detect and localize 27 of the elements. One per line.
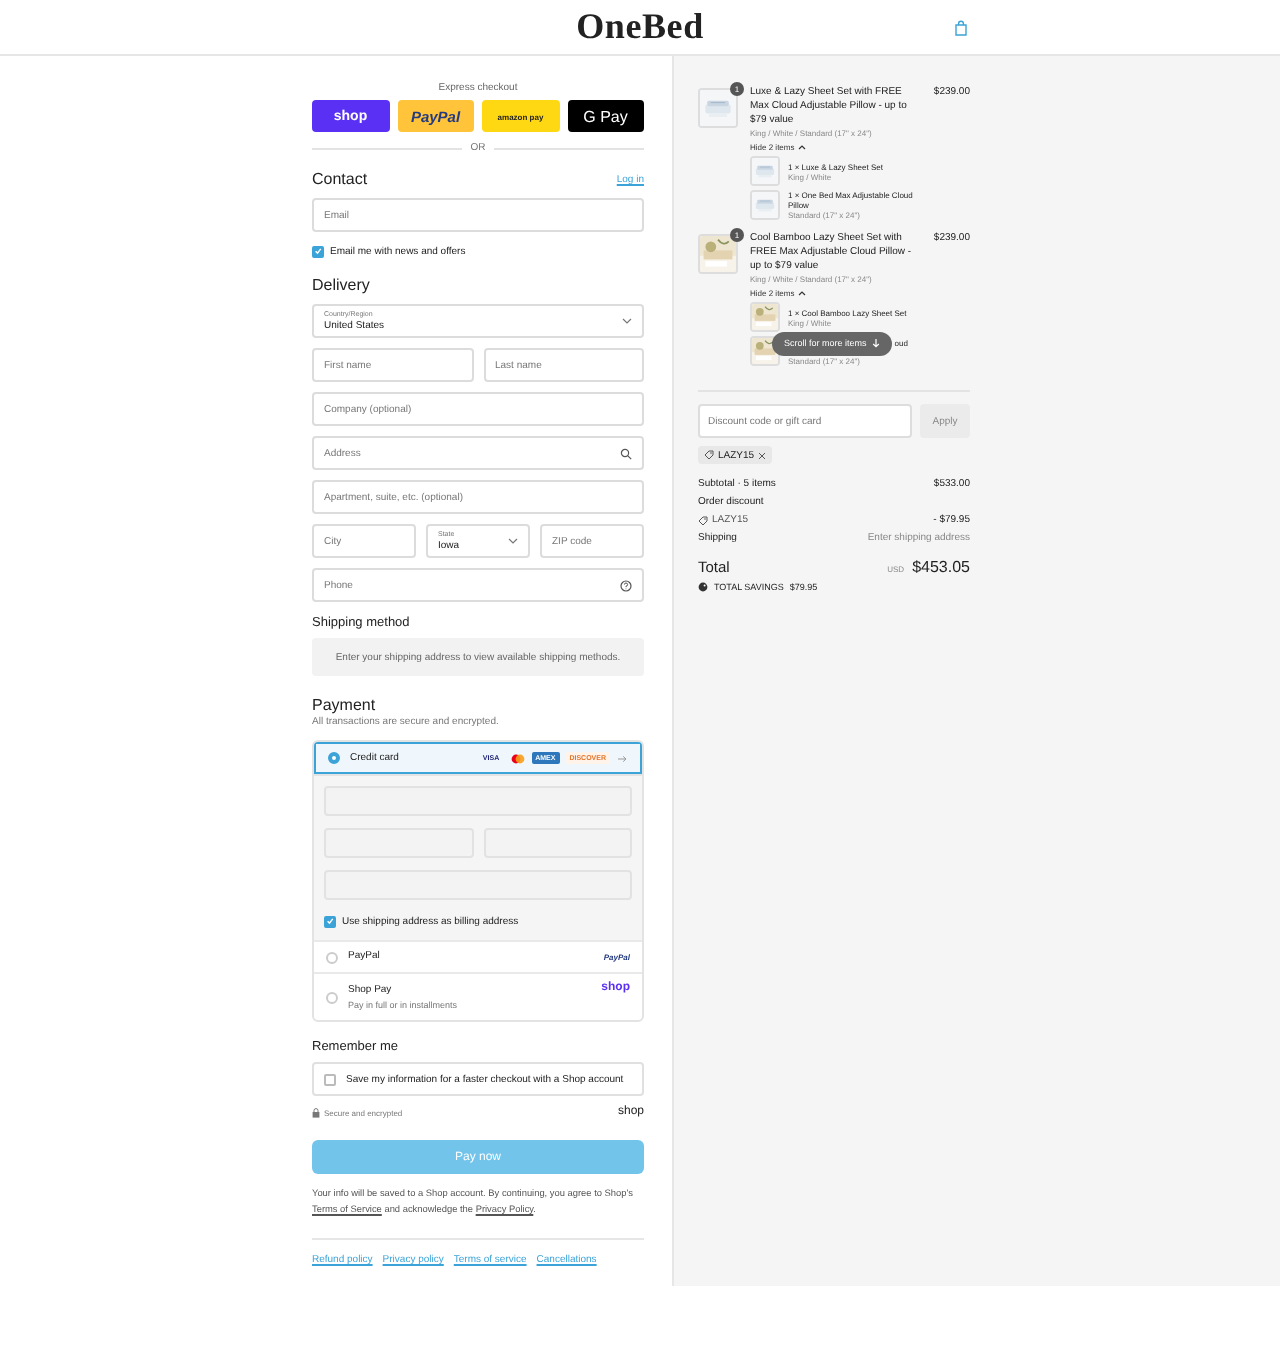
checkbox[interactable] xyxy=(324,915,336,927)
logo: OneBed xyxy=(576,6,704,48)
radio-button[interactable] xyxy=(326,991,338,1003)
section-heading: Delivery xyxy=(312,276,372,296)
search-icon xyxy=(620,447,632,459)
bag-icon xyxy=(954,20,968,36)
radio-button[interactable] xyxy=(328,752,340,764)
chevron-up-icon xyxy=(798,143,807,149)
lock-icon xyxy=(312,1107,320,1117)
checkbox[interactable] xyxy=(312,245,324,257)
check-icon xyxy=(314,246,322,256)
check-icon xyxy=(326,916,334,926)
close-icon xyxy=(758,451,767,459)
mastercard-icon xyxy=(509,753,526,763)
chevron-down-icon xyxy=(622,318,632,324)
checkbox[interactable] xyxy=(324,1073,336,1085)
arrow-down-icon xyxy=(872,338,881,348)
tag-icon xyxy=(704,450,714,460)
gpay-pay-button[interactable]: G Pay xyxy=(567,100,644,132)
section-heading: Contact xyxy=(312,170,368,190)
radio-button[interactable] xyxy=(326,951,338,963)
tag-icon xyxy=(698,515,708,525)
section-heading: Payment xyxy=(312,696,378,716)
help-icon xyxy=(620,579,632,591)
chevron-up-icon xyxy=(798,289,807,295)
total-value: $453.05 xyxy=(912,558,970,576)
chevron-down-icon xyxy=(508,538,518,544)
